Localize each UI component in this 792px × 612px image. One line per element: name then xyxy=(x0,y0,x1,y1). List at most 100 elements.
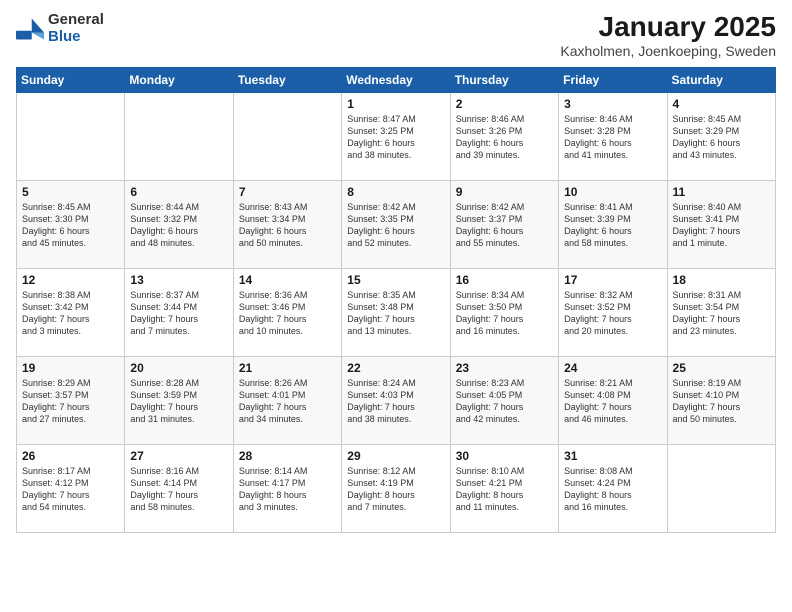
calendar-cell: 9 Sunrise: 8:42 AM Sunset: 3:37 PM Daylig… xyxy=(450,180,558,268)
calendar-cell: 30 Sunrise: 8:10 AM Sunset: 4:21 PM Dayli… xyxy=(450,444,558,532)
day-number: 31 xyxy=(564,449,661,463)
calendar-week-row: 19Sunrise: 8:29 AM Sunset: 3:57 PM Dayli… xyxy=(17,356,776,444)
day-number: 28 xyxy=(239,449,336,463)
day-number: 27 xyxy=(130,449,227,463)
logo-blue: Blue xyxy=(48,29,104,46)
day-content: Sunrise: 8:36 AM Sunset: 3:46 PM Dayligh… xyxy=(239,289,336,338)
day-content: Sunrise: 8:45 AM Sunset: 3:29 PM Dayligh… xyxy=(673,113,770,162)
calendar-cell: 23Sunrise: 8:23 AM Sunset: 4:05 PM Dayli… xyxy=(450,356,558,444)
day-content: Sunrise: 8:38 AM Sunset: 3:42 PM Dayligh… xyxy=(22,289,119,338)
day-content: Sunrise: 8:10 AM Sunset: 4:21 PM Dayligh… xyxy=(456,465,553,514)
calendar-cell: 25 Sunrise: 8:19 AM Sunset: 4:10 PM Dayli… xyxy=(667,356,775,444)
header-tuesday: Tuesday xyxy=(233,67,341,92)
calendar-title: January 2025 xyxy=(560,12,776,43)
day-header-row: Sunday Monday Tuesday Wednesday Thursday… xyxy=(17,67,776,92)
calendar-body: 1 Sunrise: 8:47 AM Sunset: 3:25 PM Daylig… xyxy=(17,92,776,532)
day-content: Sunrise: 8:17 AM Sunset: 4:12 PM Dayligh… xyxy=(22,465,119,514)
header-sunday: Sunday xyxy=(17,67,125,92)
calendar-cell: 12Sunrise: 8:38 AM Sunset: 3:42 PM Dayli… xyxy=(17,268,125,356)
day-content: Sunrise: 8:37 AM Sunset: 3:44 PM Dayligh… xyxy=(130,289,227,338)
day-content: Sunrise: 8:47 AM Sunset: 3:25 PM Dayligh… xyxy=(347,113,444,162)
calendar-week-row: 5 Sunrise: 8:45 AM Sunset: 3:30 PM Daylig… xyxy=(17,180,776,268)
page: General Blue January 2025 Kaxholmen, Joe… xyxy=(0,0,792,612)
day-number: 3 xyxy=(564,97,661,111)
day-content: Sunrise: 8:24 AM Sunset: 4:03 PM Dayligh… xyxy=(347,377,444,426)
day-content: Sunrise: 8:32 AM Sunset: 3:52 PM Dayligh… xyxy=(564,289,661,338)
day-number: 23 xyxy=(456,361,553,375)
calendar-week-row: 12Sunrise: 8:38 AM Sunset: 3:42 PM Dayli… xyxy=(17,268,776,356)
calendar-cell: 1 Sunrise: 8:47 AM Sunset: 3:25 PM Daylig… xyxy=(342,92,450,180)
calendar-location: Kaxholmen, Joenkoeping, Sweden xyxy=(560,43,776,59)
calendar-cell xyxy=(125,92,233,180)
calendar-cell: 10 Sunrise: 8:41 AM Sunset: 3:39 PM Dayli… xyxy=(559,180,667,268)
day-number: 1 xyxy=(347,97,444,111)
calendar-cell: 19Sunrise: 8:29 AM Sunset: 3:57 PM Dayli… xyxy=(17,356,125,444)
calendar-cell: 6 Sunrise: 8:44 AM Sunset: 3:32 PM Daylig… xyxy=(125,180,233,268)
day-number: 19 xyxy=(22,361,119,375)
day-number: 30 xyxy=(456,449,553,463)
calendar-cell: 15Sunrise: 8:35 AM Sunset: 3:48 PM Dayli… xyxy=(342,268,450,356)
calendar-cell: 27 Sunrise: 8:16 AM Sunset: 4:14 PM Dayli… xyxy=(125,444,233,532)
calendar-cell: 26Sunrise: 8:17 AM Sunset: 4:12 PM Dayli… xyxy=(17,444,125,532)
day-content: Sunrise: 8:14 AM Sunset: 4:17 PM Dayligh… xyxy=(239,465,336,514)
day-number: 17 xyxy=(564,273,661,287)
calendar-cell: 18Sunrise: 8:31 AM Sunset: 3:54 PM Dayli… xyxy=(667,268,775,356)
day-content: Sunrise: 8:26 AM Sunset: 4:01 PM Dayligh… xyxy=(239,377,336,426)
calendar-cell: 14 Sunrise: 8:36 AM Sunset: 3:46 PM Dayli… xyxy=(233,268,341,356)
day-content: Sunrise: 8:21 AM Sunset: 4:08 PM Dayligh… xyxy=(564,377,661,426)
calendar-cell: 4 Sunrise: 8:45 AM Sunset: 3:29 PM Daylig… xyxy=(667,92,775,180)
day-content: Sunrise: 8:16 AM Sunset: 4:14 PM Dayligh… xyxy=(130,465,227,514)
day-content: Sunrise: 8:28 AM Sunset: 3:59 PM Dayligh… xyxy=(130,377,227,426)
day-number: 5 xyxy=(22,185,119,199)
day-number: 8 xyxy=(347,185,444,199)
calendar-cell: 21Sunrise: 8:26 AM Sunset: 4:01 PM Dayli… xyxy=(233,356,341,444)
day-content: Sunrise: 8:41 AM Sunset: 3:39 PM Dayligh… xyxy=(564,201,661,250)
day-content: Sunrise: 8:35 AM Sunset: 3:48 PM Dayligh… xyxy=(347,289,444,338)
logo-general: General xyxy=(48,12,104,29)
day-number: 4 xyxy=(673,97,770,111)
day-number: 9 xyxy=(456,185,553,199)
calendar-cell: 29 Sunrise: 8:12 AM Sunset: 4:19 PM Dayli… xyxy=(342,444,450,532)
day-number: 10 xyxy=(564,185,661,199)
day-content: Sunrise: 8:12 AM Sunset: 4:19 PM Dayligh… xyxy=(347,465,444,514)
day-content: Sunrise: 8:42 AM Sunset: 3:35 PM Dayligh… xyxy=(347,201,444,250)
calendar-cell: 8 Sunrise: 8:42 AM Sunset: 3:35 PM Daylig… xyxy=(342,180,450,268)
calendar-cell: 2 Sunrise: 8:46 AM Sunset: 3:26 PM Daylig… xyxy=(450,92,558,180)
day-content: Sunrise: 8:45 AM Sunset: 3:30 PM Dayligh… xyxy=(22,201,119,250)
day-content: Sunrise: 8:34 AM Sunset: 3:50 PM Dayligh… xyxy=(456,289,553,338)
calendar-cell: 28 Sunrise: 8:14 AM Sunset: 4:17 PM Dayli… xyxy=(233,444,341,532)
day-number: 25 xyxy=(673,361,770,375)
calendar-cell: 16 Sunrise: 8:34 AM Sunset: 3:50 PM Dayli… xyxy=(450,268,558,356)
header-thursday: Thursday xyxy=(450,67,558,92)
calendar-cell xyxy=(17,92,125,180)
header: General Blue January 2025 Kaxholmen, Joe… xyxy=(16,12,776,59)
logo: General Blue xyxy=(16,12,104,45)
day-number: 6 xyxy=(130,185,227,199)
day-content: Sunrise: 8:08 AM Sunset: 4:24 PM Dayligh… xyxy=(564,465,661,514)
calendar-week-row: 26Sunrise: 8:17 AM Sunset: 4:12 PM Dayli… xyxy=(17,444,776,532)
logo-text: General Blue xyxy=(48,12,104,45)
day-content: Sunrise: 8:31 AM Sunset: 3:54 PM Dayligh… xyxy=(673,289,770,338)
day-number: 24 xyxy=(564,361,661,375)
calendar-cell: 17 Sunrise: 8:32 AM Sunset: 3:52 PM Dayli… xyxy=(559,268,667,356)
header-saturday: Saturday xyxy=(667,67,775,92)
day-number: 29 xyxy=(347,449,444,463)
calendar-cell: 7Sunrise: 8:43 AM Sunset: 3:34 PM Daylig… xyxy=(233,180,341,268)
day-number: 16 xyxy=(456,273,553,287)
day-content: Sunrise: 8:46 AM Sunset: 3:26 PM Dayligh… xyxy=(456,113,553,162)
day-number: 13 xyxy=(130,273,227,287)
day-content: Sunrise: 8:44 AM Sunset: 3:32 PM Dayligh… xyxy=(130,201,227,250)
day-content: Sunrise: 8:40 AM Sunset: 3:41 PM Dayligh… xyxy=(673,201,770,250)
day-content: Sunrise: 8:42 AM Sunset: 3:37 PM Dayligh… xyxy=(456,201,553,250)
calendar-week-row: 1 Sunrise: 8:47 AM Sunset: 3:25 PM Daylig… xyxy=(17,92,776,180)
day-number: 20 xyxy=(130,361,227,375)
calendar-cell: 24 Sunrise: 8:21 AM Sunset: 4:08 PM Dayli… xyxy=(559,356,667,444)
day-number: 2 xyxy=(456,97,553,111)
calendar-cell: 22Sunrise: 8:24 AM Sunset: 4:03 PM Dayli… xyxy=(342,356,450,444)
header-friday: Friday xyxy=(559,67,667,92)
header-wednesday: Wednesday xyxy=(342,67,450,92)
day-content: Sunrise: 8:19 AM Sunset: 4:10 PM Dayligh… xyxy=(673,377,770,426)
day-number: 14 xyxy=(239,273,336,287)
header-monday: Monday xyxy=(125,67,233,92)
calendar-cell: 5 Sunrise: 8:45 AM Sunset: 3:30 PM Daylig… xyxy=(17,180,125,268)
